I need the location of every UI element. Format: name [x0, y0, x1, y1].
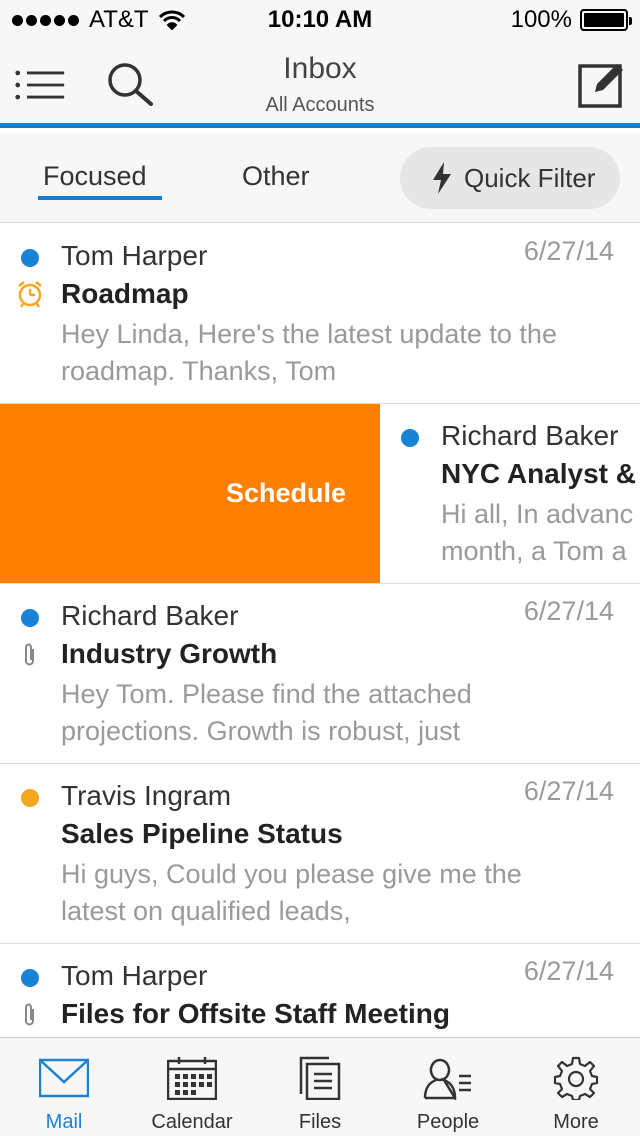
files-icon: [299, 1056, 341, 1100]
unread-indicator: [21, 789, 39, 807]
message-date: 6/27/14: [523, 236, 614, 266]
message-subject: Roadmap: [61, 278, 189, 309]
tab-other[interactable]: Other: [242, 161, 310, 192]
status-bar: AT&T 10:10 AM 100%: [0, 0, 640, 40]
message-preview: Hi all, In advanc month, a Tom a: [441, 496, 640, 570]
message-subject: NYC Analyst &: [441, 458, 637, 489]
tab-label: More: [553, 1111, 599, 1133]
lightning-icon: [433, 162, 451, 194]
message-subject: Files for Offsite Staff Meeting: [61, 998, 450, 1029]
message-preview: Hey Linda, Here's the latest update to t…: [61, 319, 557, 386]
schedule-swipe-action[interactable]: Schedule: [0, 404, 380, 583]
quick-filter-button[interactable]: Quick Filter: [400, 147, 620, 209]
message-preview: Hi guys, Could you please give me the la…: [61, 859, 522, 926]
message-sender: Travis Ingram: [61, 780, 232, 811]
message-preview: Hey Tom. Please find the attached projec…: [61, 679, 472, 746]
people-icon: [423, 1058, 471, 1100]
filter-tabs: Focused Other Quick Filter: [0, 133, 640, 223]
tab-calendar[interactable]: Calendar: [128, 1038, 256, 1136]
tab-active-indicator: [38, 196, 162, 200]
page-title: Inbox: [283, 52, 357, 85]
message-date: 6/27/14: [523, 956, 614, 986]
message-sender: Tom Harper: [61, 240, 208, 271]
unread-indicator: [21, 249, 39, 267]
compose-icon[interactable]: [576, 60, 628, 110]
message-sender: Richard Baker: [441, 420, 619, 451]
tab-label: Calendar: [151, 1111, 233, 1133]
battery-percent: 100%: [510, 6, 572, 33]
navigation-bar: Inbox All Accounts: [0, 40, 640, 128]
message-sender: Richard Baker: [61, 600, 239, 631]
paperclip-icon: [25, 643, 34, 666]
message-preview-line: Hi all, In advanc: [441, 499, 634, 529]
gear-icon: [553, 1056, 599, 1100]
tab-focused[interactable]: Focused: [43, 161, 147, 192]
tab-more[interactable]: More: [512, 1038, 640, 1136]
battery-icon: [580, 9, 632, 31]
bottom-tab-bar: Mail Calendar Files People More: [0, 1037, 640, 1136]
swiped-message-content: Richard Baker NYC Analyst & Hi all, In a…: [380, 404, 640, 583]
message-sender: Tom Harper: [61, 960, 208, 991]
mail-icon: [39, 1058, 89, 1098]
message-date: 6/27/14: [523, 596, 614, 626]
tab-label: Mail: [45, 1111, 83, 1133]
message-subject: Sales Pipeline Status: [61, 818, 343, 849]
quick-filter-label: Quick Filter: [464, 162, 596, 193]
status-right: 100%: [510, 6, 632, 34]
message-preview-line: month, a Tom a: [441, 536, 627, 566]
paperclip-icon: [25, 1003, 34, 1026]
tab-people[interactable]: People: [384, 1038, 512, 1136]
tab-label: Files: [298, 1111, 342, 1133]
message-row[interactable]: Tom Harper 6/27/14 Roadmap Hey Linda, He…: [0, 224, 640, 404]
unread-indicator: [401, 429, 419, 447]
tab-mail[interactable]: Mail: [0, 1038, 128, 1136]
tab-files[interactable]: Files: [256, 1038, 384, 1136]
account-selector[interactable]: All Accounts: [0, 94, 640, 117]
message-row[interactable]: Tom Harper 6/27/14 Files for Offsite Sta…: [0, 944, 640, 1037]
message-row[interactable]: Richard Baker 6/27/14 Industry Growth He…: [0, 584, 640, 764]
message-row[interactable]: Travis Ingram 6/27/14 Sales Pipeline Sta…: [0, 764, 640, 944]
calendar-icon: [167, 1057, 217, 1100]
message-subject: Industry Growth: [61, 638, 278, 669]
message-row-swiped[interactable]: Schedule Richard Baker NYC Analyst & Hi …: [0, 404, 640, 584]
tab-label: People: [416, 1111, 480, 1133]
message-date: 6/27/14: [523, 776, 614, 806]
clock-icon: [18, 281, 42, 308]
unread-indicator: [21, 969, 39, 987]
unread-indicator: [21, 609, 39, 627]
schedule-label: Schedule: [225, 478, 346, 508]
